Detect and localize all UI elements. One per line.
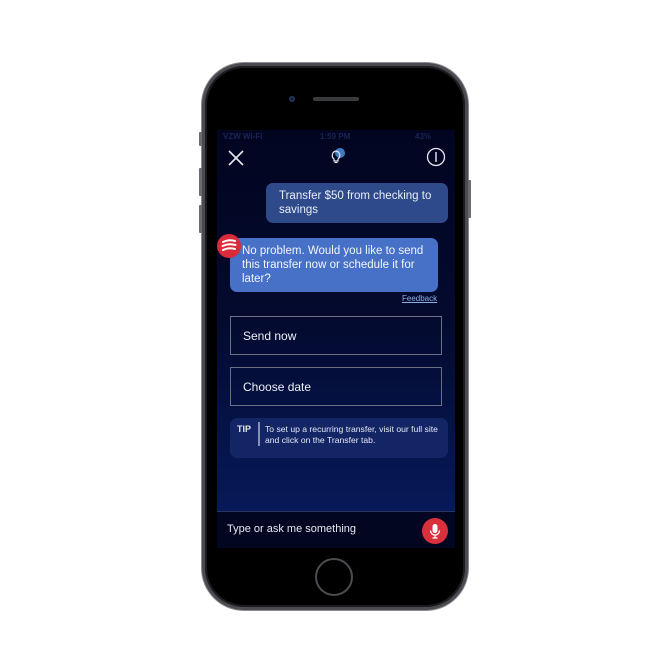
chat-screen: VZW Wi-Fi 1:59 PM 43% Transfer $50 from … [217,130,455,548]
message-input[interactable]: Type or ask me something [227,523,356,535]
status-bar: VZW Wi-Fi 1:59 PM 43% [217,130,455,142]
time-label: 1:59 PM [320,132,351,141]
microphone-button[interactable] [422,518,448,544]
home-button[interactable] [315,558,353,596]
tip-divider [258,422,260,446]
tip-text: To set up a recurring transfer, visit ou… [265,424,438,445]
user-message-bubble: Transfer $50 from checking to savings [266,183,448,223]
bank-logo-avatar [217,234,241,258]
feedback-link[interactable]: Feedback [402,294,437,303]
volume-up-button [199,168,202,196]
send-now-button[interactable]: Send now [230,316,442,355]
front-camera [289,96,295,102]
tip-label: TIP [237,424,252,434]
earpiece-speaker [313,97,359,101]
carrier-label: VZW Wi-Fi [223,132,263,141]
close-icon [228,150,244,166]
mute-switch [199,132,202,146]
battery-label: 43% [415,132,432,141]
tip-card: TIP To set up a recurring transfer, visi… [230,418,448,458]
lightbulb-button[interactable] [328,147,348,167]
volume-down-button [199,205,202,233]
choose-date-button[interactable]: Choose date [230,367,442,406]
info-icon [426,147,446,167]
bot-message-bubble: No problem. Would you like to send this … [230,238,438,292]
bank-logo-icon [221,239,237,251]
microphone-icon [429,524,441,539]
info-button[interactable] [426,147,446,167]
close-button[interactable] [227,149,245,167]
message-input-bar: Type or ask me something [217,511,455,548]
power-button [468,180,471,218]
lightbulb-icon [331,148,345,164]
